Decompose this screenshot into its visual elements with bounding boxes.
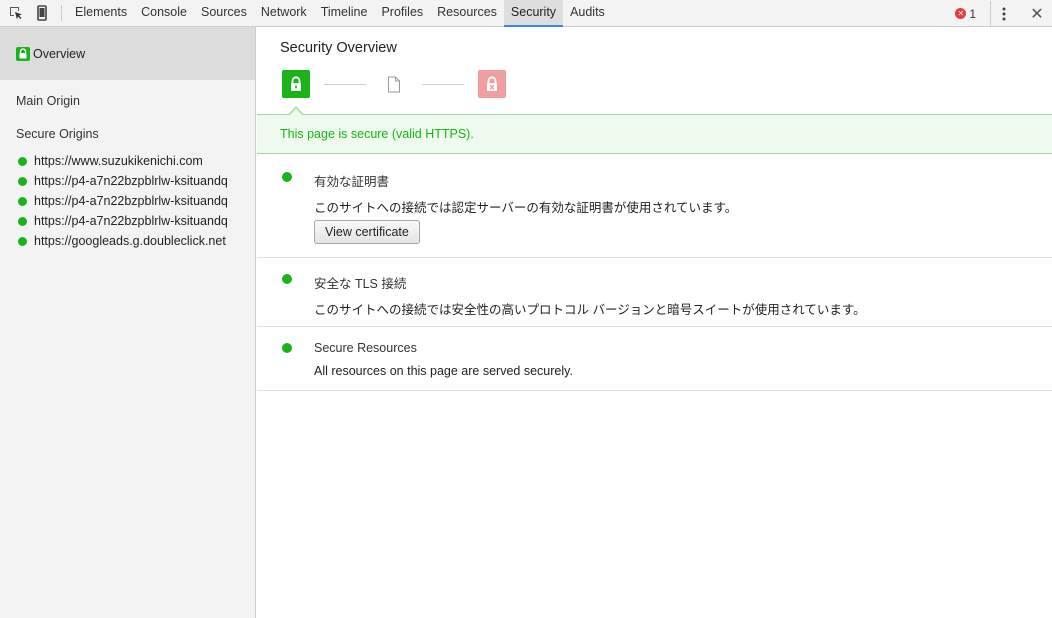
explanation-resources: Secure Resources All resources on this p…: [257, 327, 1052, 391]
tab-elements[interactable]: Elements: [68, 0, 134, 27]
tab-console[interactable]: Console: [134, 0, 194, 27]
tab-timeline[interactable]: Timeline: [314, 0, 375, 27]
origin-url: https://p4-a7n22bzpblrlw-ksituandq: [34, 174, 228, 188]
main-origin-heading: Main Origin: [16, 94, 80, 108]
secure-status-icon: [18, 236, 27, 246]
secure-status-icon: [282, 343, 292, 353]
state-pointer-fill: [290, 108, 302, 115]
kebab-menu-icon[interactable]: [990, 0, 1016, 27]
explanation-tls: 安全な TLS 接続 このサイトへの接続では安全性の高いプロトコル バージョンと…: [257, 258, 1052, 327]
devtools-toolbar: Elements Console Sources Network Timelin…: [0, 0, 1052, 27]
secure-status-icon: [18, 156, 27, 166]
tab-sources[interactable]: Sources: [194, 0, 254, 27]
security-sidebar: Overview Main Origin Secure Origins http…: [0, 27, 256, 618]
insecure-lock-icon: [478, 70, 506, 98]
neutral-page-icon: [380, 70, 408, 98]
toolbar-right-group: ✕ 1 ✕: [955, 0, 1052, 27]
origin-url: https://googleads.g.doubleclick.net: [34, 234, 226, 248]
explanation-text: このサイトへの接続では安全性の高いプロトコル バージョンと暗号スイートが使用され…: [314, 303, 866, 317]
inspect-element-icon[interactable]: [3, 0, 29, 26]
error-counter[interactable]: ✕ 1: [955, 7, 976, 21]
close-icon[interactable]: ✕: [1030, 1, 1044, 27]
secure-status-icon: [18, 176, 27, 186]
tab-resources[interactable]: Resources: [430, 0, 504, 27]
sidebar-item-overview[interactable]: Overview: [0, 27, 255, 80]
explanation-certificate: 有効な証明書 このサイトへの接続では認定サーバーの有効な証明書が使用されています…: [257, 155, 1052, 258]
lock-icon: [16, 46, 30, 61]
sidebar-item-origin[interactable]: https://p4-a7n22bzpblrlw-ksituandq: [0, 211, 255, 231]
tab-audits[interactable]: Audits: [563, 0, 612, 27]
security-state-row: [282, 70, 506, 98]
security-summary: This page is secure (valid HTTPS).: [257, 114, 1052, 154]
tab-profiles[interactable]: Profiles: [374, 0, 430, 27]
origin-url: https://p4-a7n22bzpblrlw-ksituandq: [34, 194, 228, 208]
tab-network[interactable]: Network: [254, 0, 314, 27]
state-connector: [422, 83, 464, 85]
sidebar-item-origin[interactable]: https://www.suzukikenichi.com: [0, 151, 255, 171]
explanation-text: All resources on this page are served se…: [314, 364, 573, 378]
sidebar-item-origin[interactable]: https://p4-a7n22bzpblrlw-ksituandq: [0, 191, 255, 211]
tab-security[interactable]: Security: [503, 0, 564, 27]
sidebar-item-origin[interactable]: https://googleads.g.doubleclick.net: [0, 231, 255, 251]
secure-status-icon: [18, 216, 27, 226]
explanation-title: 有効な証明書: [314, 175, 390, 189]
secure-origins-list: https://www.suzukikenichi.com https://p4…: [0, 151, 255, 251]
sidebar-item-label: Overview: [33, 46, 86, 61]
explanation-title: 安全な TLS 接続: [314, 277, 407, 291]
toolbar-divider: [61, 5, 62, 21]
security-overview-panel: Security Overview This page is secure (v…: [257, 27, 1052, 618]
sidebar-item-origin[interactable]: https://p4-a7n22bzpblrlw-ksituandq: [0, 171, 255, 191]
secure-origins-heading: Secure Origins: [16, 127, 99, 141]
origin-url: https://p4-a7n22bzpblrlw-ksituandq: [34, 214, 228, 228]
state-connector: [324, 83, 366, 85]
panel-tabs: Elements Console Sources Network Timelin…: [68, 0, 612, 27]
device-mode-icon[interactable]: [29, 0, 55, 26]
secure-lock-icon: [282, 70, 310, 98]
secure-status-icon: [18, 196, 27, 206]
origin-url: https://www.suzukikenichi.com: [34, 154, 203, 168]
view-certificate-button[interactable]: View certificate: [314, 220, 420, 244]
error-count: 1: [969, 6, 976, 21]
page-title: Security Overview: [280, 40, 397, 56]
error-icon: ✕: [955, 8, 967, 19]
explanation-title: Secure Resources: [314, 341, 417, 355]
explanation-text: このサイトへの接続では認定サーバーの有効な証明書が使用されています。: [314, 201, 738, 215]
secure-status-icon: [282, 172, 292, 182]
secure-status-icon: [282, 274, 292, 284]
